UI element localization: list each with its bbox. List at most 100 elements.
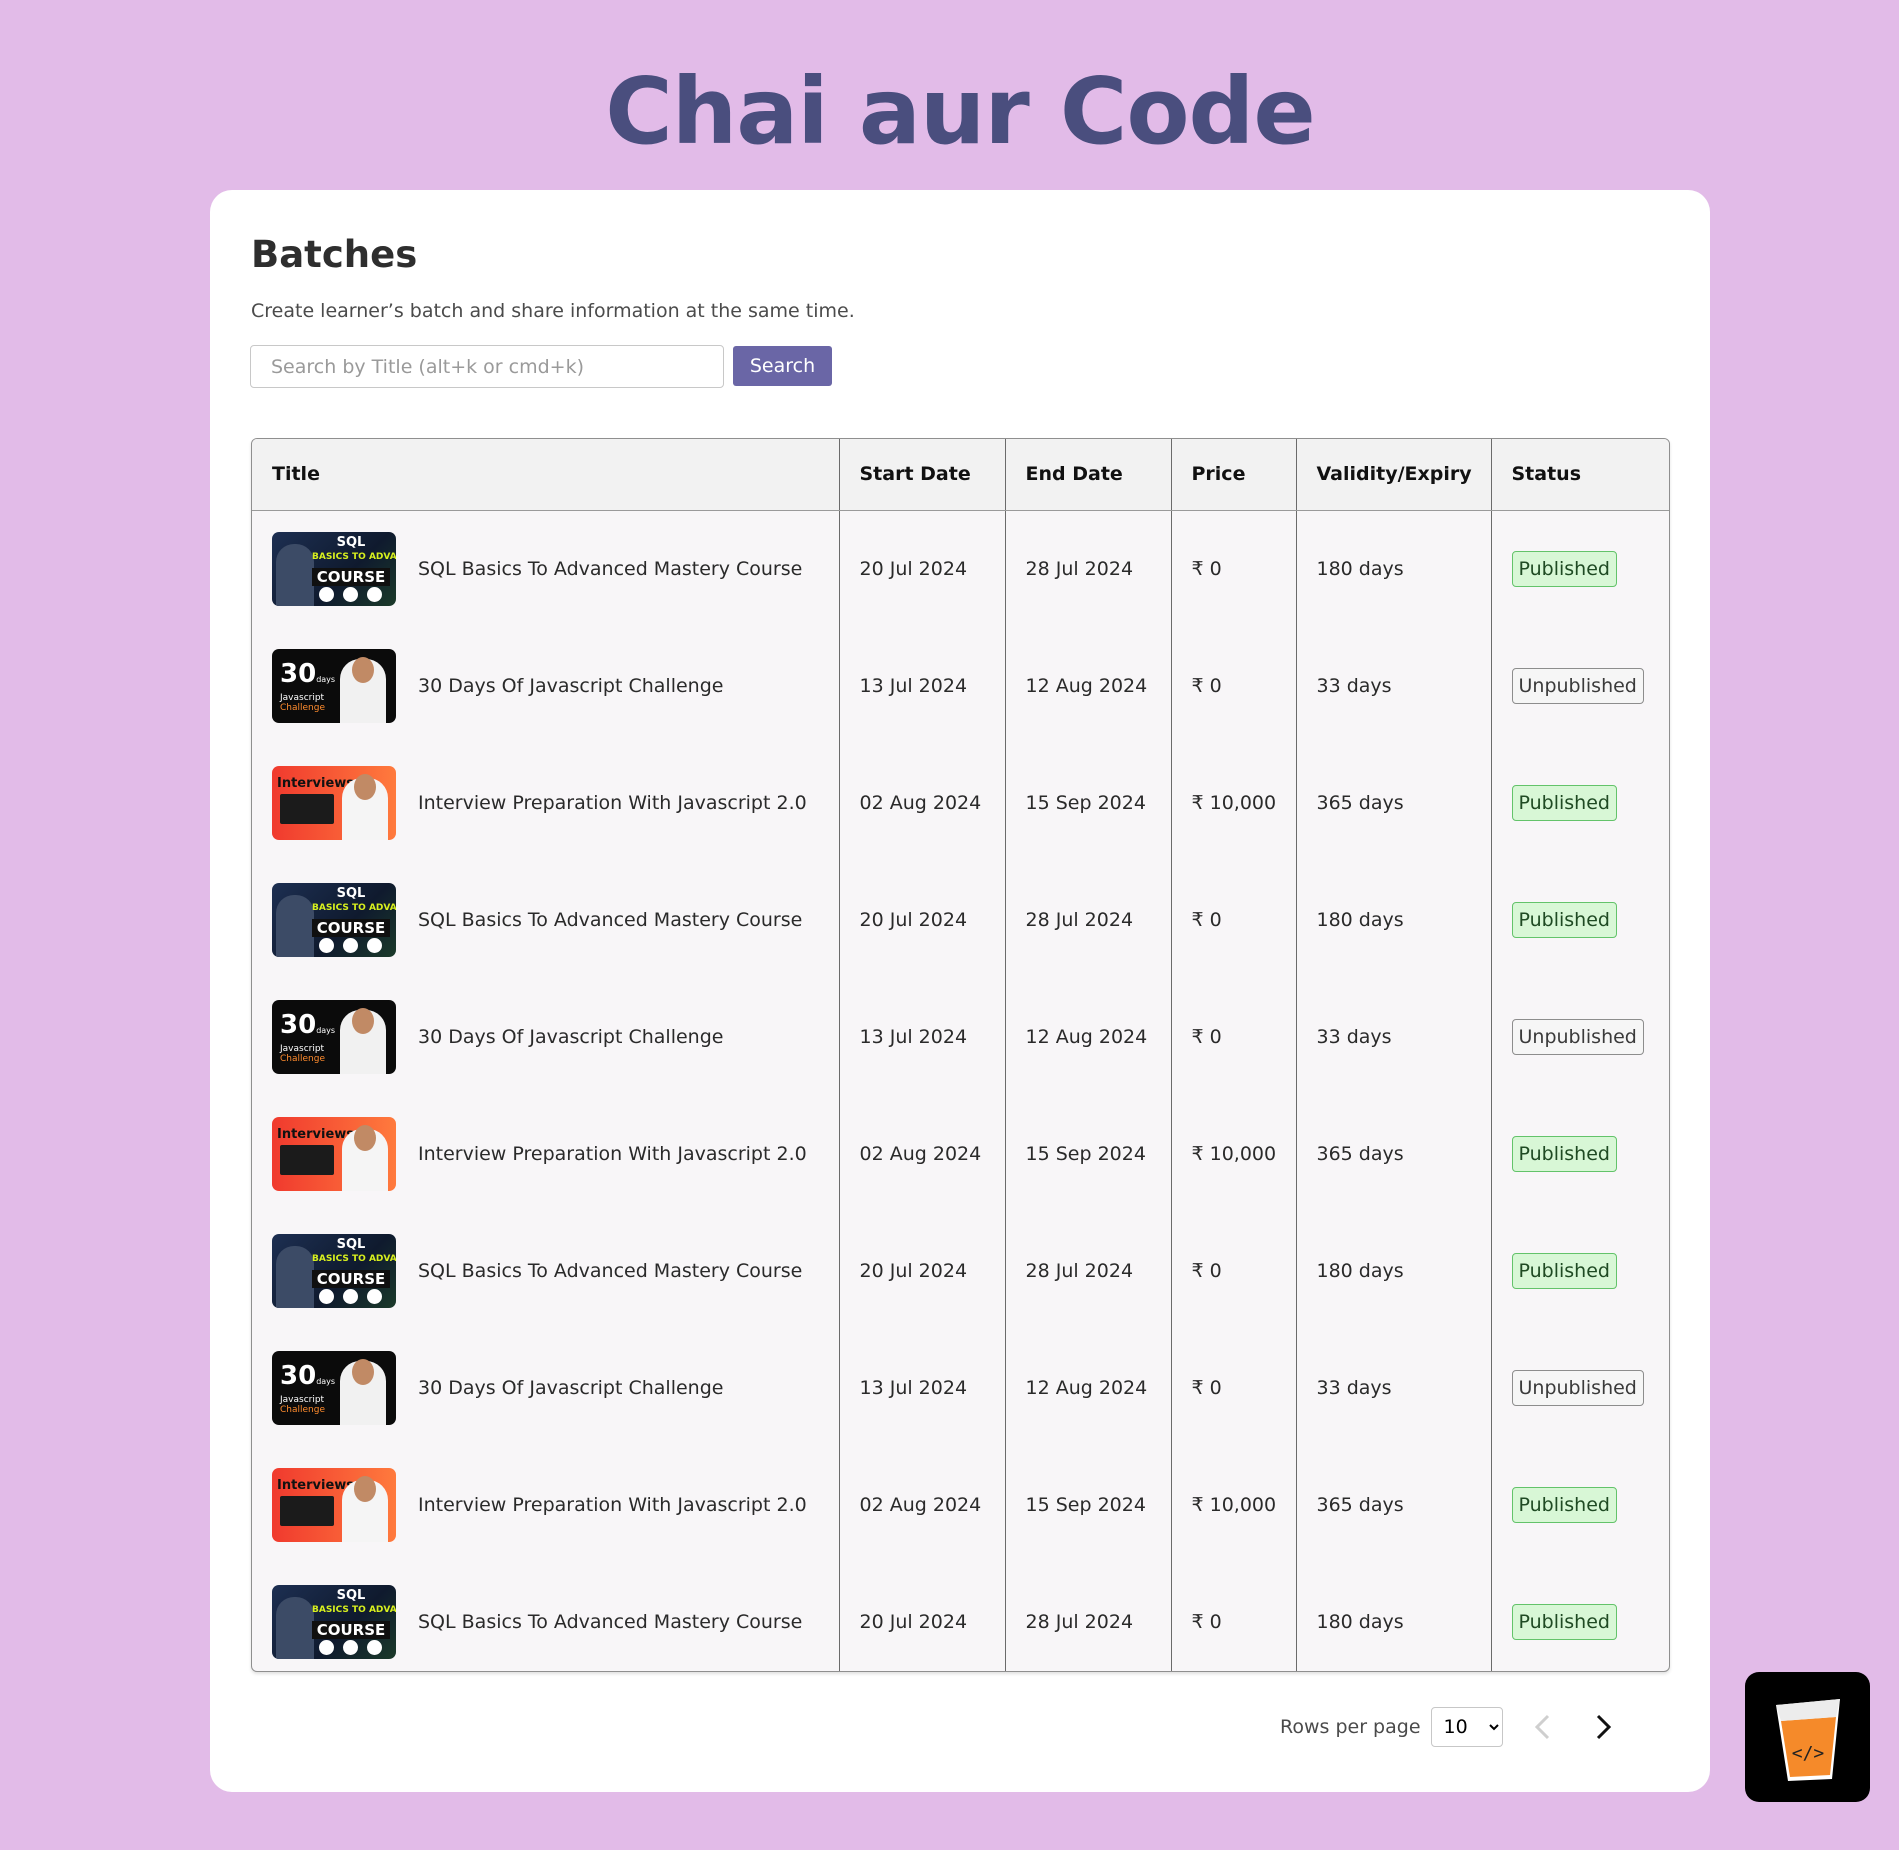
thumb-text: COURSE <box>312 1620 390 1639</box>
cell-status: Unpublished <box>1491 1329 1669 1446</box>
cell-validity: 365 days <box>1296 1446 1492 1563</box>
cell-end-date: 28 Jul 2024 <box>1005 861 1172 978</box>
course-thumbnail[interactable]: SQLBASICS TO ADVANCED COURSE <box>272 531 396 606</box>
thumb-text: COURSE <box>312 1269 390 1288</box>
batches-table: Title Start Date End Date Price Validity… <box>251 438 1670 1672</box>
course-thumbnail[interactable]: Interviews <box>272 1116 396 1191</box>
course-title[interactable]: SQL Basics To Advanced Mastery Course <box>418 558 802 580</box>
thumb-text: COURSE <box>312 567 390 586</box>
cell-end-date: 12 Aug 2024 <box>1005 1329 1172 1446</box>
status-badge[interactable]: Unpublished <box>1511 1018 1644 1055</box>
cell-end-date: 15 Sep 2024 <box>1005 1095 1172 1212</box>
course-thumbnail[interactable]: Interviews <box>272 1467 396 1542</box>
status-badge[interactable]: Published <box>1511 1135 1617 1172</box>
rows-per-page-select[interactable]: 10 <box>1430 1707 1503 1747</box>
cell-start-date: 20 Jul 2024 <box>839 861 1006 978</box>
thumb-box <box>280 1144 334 1175</box>
prev-page-button[interactable] <box>1523 1707 1563 1747</box>
status-badge[interactable]: Published <box>1511 550 1617 587</box>
thumb-text: Javascript <box>280 692 325 703</box>
thumb-box <box>280 1495 334 1526</box>
course-thumbnail[interactable]: SQLBASICS TO ADVANCED COURSE <box>272 882 396 957</box>
course-thumbnail[interactable]: 30days Javascript Challenge <box>272 648 396 723</box>
thumb-text: SQLBASICS TO ADVANCED <box>312 534 396 562</box>
status-badge[interactable]: Published <box>1511 1603 1617 1640</box>
status-badge[interactable]: Unpublished <box>1511 667 1644 704</box>
thumb-text: 30days <box>280 1009 336 1040</box>
table-header-row: Title Start Date End Date Price Validity… <box>252 439 1669 511</box>
table-row[interactable]: SQLBASICS TO ADVANCED COURSE SQL Basics … <box>252 1212 1669 1329</box>
table-row[interactable]: Interviews Interview Preparation With Ja… <box>252 1095 1669 1212</box>
cell-end-date: 15 Sep 2024 <box>1005 744 1172 861</box>
thumb-box <box>280 793 334 824</box>
table-body: SQLBASICS TO ADVANCED COURSE SQL Basics … <box>252 510 1669 1671</box>
cell-end-date: 12 Aug 2024 <box>1005 978 1172 1095</box>
company-logos-icon <box>314 937 386 954</box>
course-thumbnail[interactable]: 30days Javascript Challenge <box>272 1350 396 1425</box>
thumb-text: Interviews <box>277 775 355 791</box>
cell-end-date: 28 Jul 2024 <box>1005 510 1172 627</box>
thumb-text: SQLBASICS TO ADVANCED <box>312 1587 396 1615</box>
cell-status: Published <box>1491 1095 1669 1212</box>
cell-status: Published <box>1491 1212 1669 1329</box>
course-thumbnail[interactable]: Interviews <box>272 765 396 840</box>
cell-start-date: 13 Jul 2024 <box>839 978 1006 1095</box>
cell-price: ₹ 10,000 <box>1171 744 1297 861</box>
course-title[interactable]: 30 Days Of Javascript Challenge <box>418 1026 723 1048</box>
status-badge[interactable]: Published <box>1511 784 1617 821</box>
status-badge[interactable]: Published <box>1511 1252 1617 1289</box>
cell-status: Published <box>1491 861 1669 978</box>
course-title[interactable]: Interview Preparation With Javascript 2.… <box>418 1143 807 1165</box>
cell-price: ₹ 0 <box>1171 978 1297 1095</box>
cell-price: ₹ 0 <box>1171 1563 1297 1671</box>
course-thumbnail[interactable]: 30days Javascript Challenge <box>272 999 396 1074</box>
thumb-text: Javascript <box>280 1043 325 1054</box>
course-thumbnail[interactable]: SQLBASICS TO ADVANCED COURSE <box>272 1584 396 1659</box>
cell-title: SQLBASICS TO ADVANCED COURSE SQL Basics … <box>252 510 840 627</box>
table-row[interactable]: Interviews Interview Preparation With Ja… <box>252 1446 1669 1563</box>
search-input[interactable] <box>250 345 724 388</box>
chai-code-fab[interactable]: </> <box>1745 1672 1870 1802</box>
thumb-text: Challenge <box>280 702 325 713</box>
search-button[interactable]: Search <box>733 346 832 386</box>
course-title[interactable]: 30 Days Of Javascript Challenge <box>418 1377 723 1399</box>
page-subtitle: Create learner’s batch and share informa… <box>251 300 855 322</box>
cell-start-date: 02 Aug 2024 <box>839 744 1006 861</box>
instructor-image <box>276 543 314 606</box>
status-badge[interactable]: Published <box>1511 901 1617 938</box>
cell-status: Published <box>1491 1446 1669 1563</box>
cell-start-date: 20 Jul 2024 <box>839 1212 1006 1329</box>
cell-start-date: 13 Jul 2024 <box>839 627 1006 744</box>
course-title[interactable]: 30 Days Of Javascript Challenge <box>418 675 723 697</box>
course-title[interactable]: Interview Preparation With Javascript 2.… <box>418 1494 807 1516</box>
cell-validity: 180 days <box>1296 1563 1492 1671</box>
cell-validity: 180 days <box>1296 861 1492 978</box>
table-row[interactable]: SQLBASICS TO ADVANCED COURSE SQL Basics … <box>252 1563 1669 1671</box>
table-row[interactable]: SQLBASICS TO ADVANCED COURSE SQL Basics … <box>252 861 1669 978</box>
course-title[interactable]: Interview Preparation With Javascript 2.… <box>418 792 807 814</box>
table-row[interactable]: 30days Javascript Challenge 30 Days Of J… <box>252 1329 1669 1446</box>
cell-end-date: 28 Jul 2024 <box>1005 1563 1172 1671</box>
chai-cup-code-icon: </> <box>1775 1699 1840 1781</box>
table-row[interactable]: 30days Javascript Challenge 30 Days Of J… <box>252 627 1669 744</box>
table-row[interactable]: SQLBASICS TO ADVANCED COURSE SQL Basics … <box>252 510 1669 627</box>
course-thumbnail[interactable]: SQLBASICS TO ADVANCED COURSE <box>272 1233 396 1308</box>
thumb-text: Interviews <box>277 1126 355 1142</box>
thumb-text: COURSE <box>312 918 390 937</box>
table-row[interactable]: Interviews Interview Preparation With Ja… <box>252 744 1669 861</box>
cell-validity: 365 days <box>1296 1095 1492 1212</box>
instructor-head <box>352 656 374 683</box>
cell-price: ₹ 0 <box>1171 510 1297 627</box>
status-badge[interactable]: Unpublished <box>1511 1369 1644 1406</box>
status-badge[interactable]: Published <box>1511 1486 1617 1523</box>
cell-title: SQLBASICS TO ADVANCED COURSE SQL Basics … <box>252 861 840 978</box>
pagination: Rows per page 10 <box>1280 1705 1623 1749</box>
instructor-head <box>352 1358 374 1385</box>
course-title[interactable]: SQL Basics To Advanced Mastery Course <box>418 1611 802 1633</box>
course-title[interactable]: SQL Basics To Advanced Mastery Course <box>418 1260 802 1282</box>
next-page-button[interactable] <box>1583 1707 1623 1747</box>
table-row[interactable]: 30days Javascript Challenge 30 Days Of J… <box>252 978 1669 1095</box>
thumb-text: Interviews <box>277 1477 355 1493</box>
course-title[interactable]: SQL Basics To Advanced Mastery Course <box>418 909 802 931</box>
thumb-text: SQLBASICS TO ADVANCED <box>312 1236 396 1264</box>
